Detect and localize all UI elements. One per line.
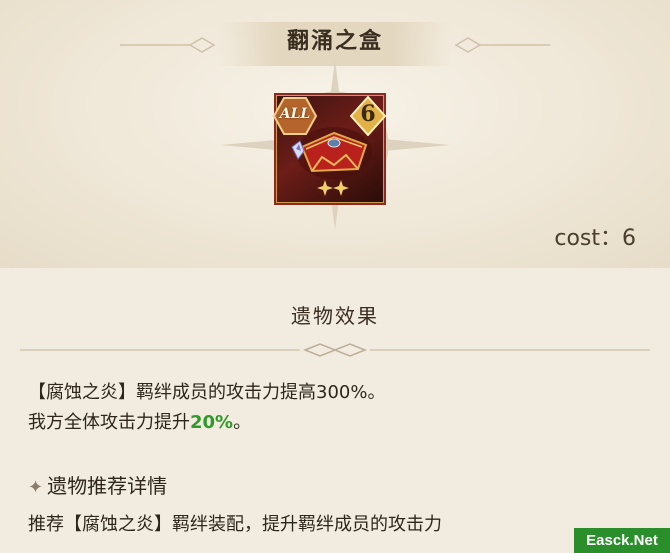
section-divider bbox=[20, 343, 650, 357]
effect-text-line2: 我方全体攻击力提升20%。 bbox=[28, 408, 251, 434]
cost-badge-value: 6 bbox=[360, 101, 376, 127]
all-badge-label: ALL bbox=[279, 106, 311, 122]
recommend-body: 推荐【腐蚀之炎】羁绊装配，提升羁绊成员的攻击力 bbox=[28, 514, 442, 535]
cost-label: cost： bbox=[554, 226, 622, 251]
cost-value: 6 bbox=[622, 226, 636, 251]
sparkle-icon: ✦ bbox=[28, 477, 44, 498]
recommend-title-label: 遗物推荐详情 bbox=[47, 474, 168, 498]
effect-header: 遗物效果 bbox=[291, 304, 379, 328]
watermark: Easck.Net bbox=[574, 528, 670, 553]
rarity-star-icon bbox=[317, 180, 349, 196]
effect-line2-value: 20% bbox=[190, 412, 234, 433]
cost-display: cost：6 bbox=[554, 220, 636, 252]
effect-line2-suffix: 。 bbox=[233, 412, 252, 433]
item-title: 翻涌之盒 bbox=[286, 29, 383, 54]
recommend-title: ✦ 遗物推荐详情 bbox=[28, 470, 167, 499]
effect-line2-prefix: 我方全体攻击力提升 bbox=[28, 412, 190, 433]
effect-text-line1: 【腐蚀之炎】羁绊成员的攻击力提高300%。 bbox=[28, 382, 386, 403]
